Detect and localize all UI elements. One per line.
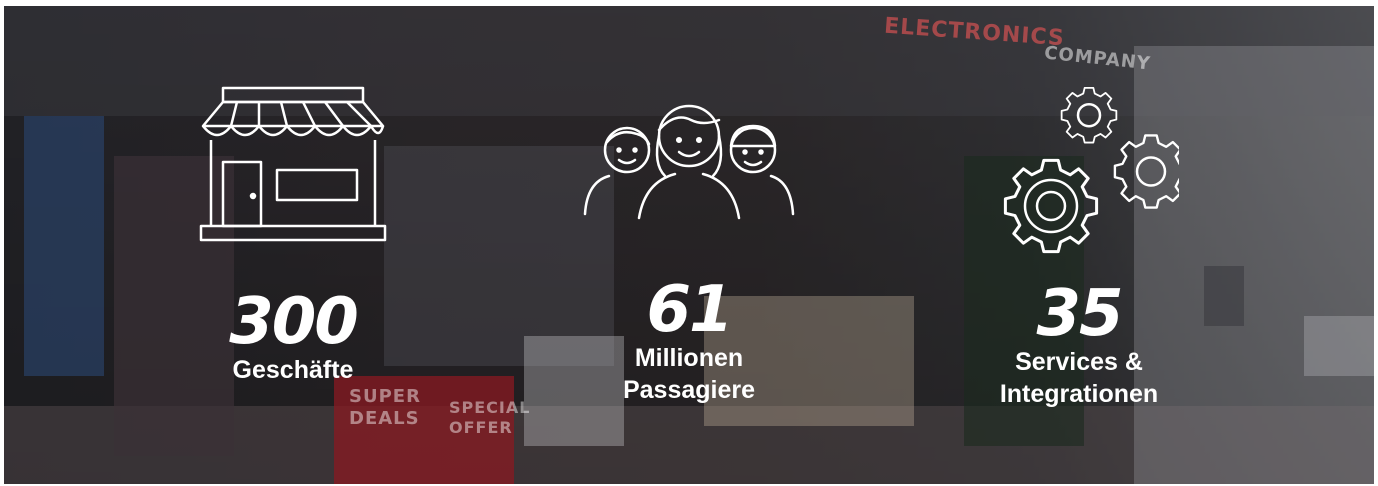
promo-special-offer-text: SPECIAL OFFER <box>449 398 531 437</box>
gears-icon <box>1003 86 1179 254</box>
stat-services-label-line1: Services & <box>1015 348 1143 376</box>
stat-passengers: 61 Millionen Passagiere <box>564 90 814 406</box>
stat-shops: 300 Geschäfte <box>178 86 408 386</box>
people-group-icon <box>583 104 795 220</box>
hero-banner: ELECTRONICS COMPANY SUPER DEALS SPECIAL … <box>4 6 1374 484</box>
storefront-icon <box>199 86 387 242</box>
stat-services: 35 Services & Integrationen <box>964 86 1194 410</box>
stat-passengers-label-line2: Passagiere <box>622 376 756 404</box>
stat-passengers-value: 61 <box>646 273 733 347</box>
stat-services-value: 35 <box>1036 277 1123 351</box>
stat-passengers-label-line1: Millionen <box>634 344 744 372</box>
stat-services-label-line2: Integrationen <box>999 380 1159 408</box>
promo-super-deals-text: SUPER DEALS <box>349 386 421 429</box>
stat-shops-label: Geschäfte <box>232 356 354 384</box>
stat-shops-value: 300 <box>229 285 359 359</box>
